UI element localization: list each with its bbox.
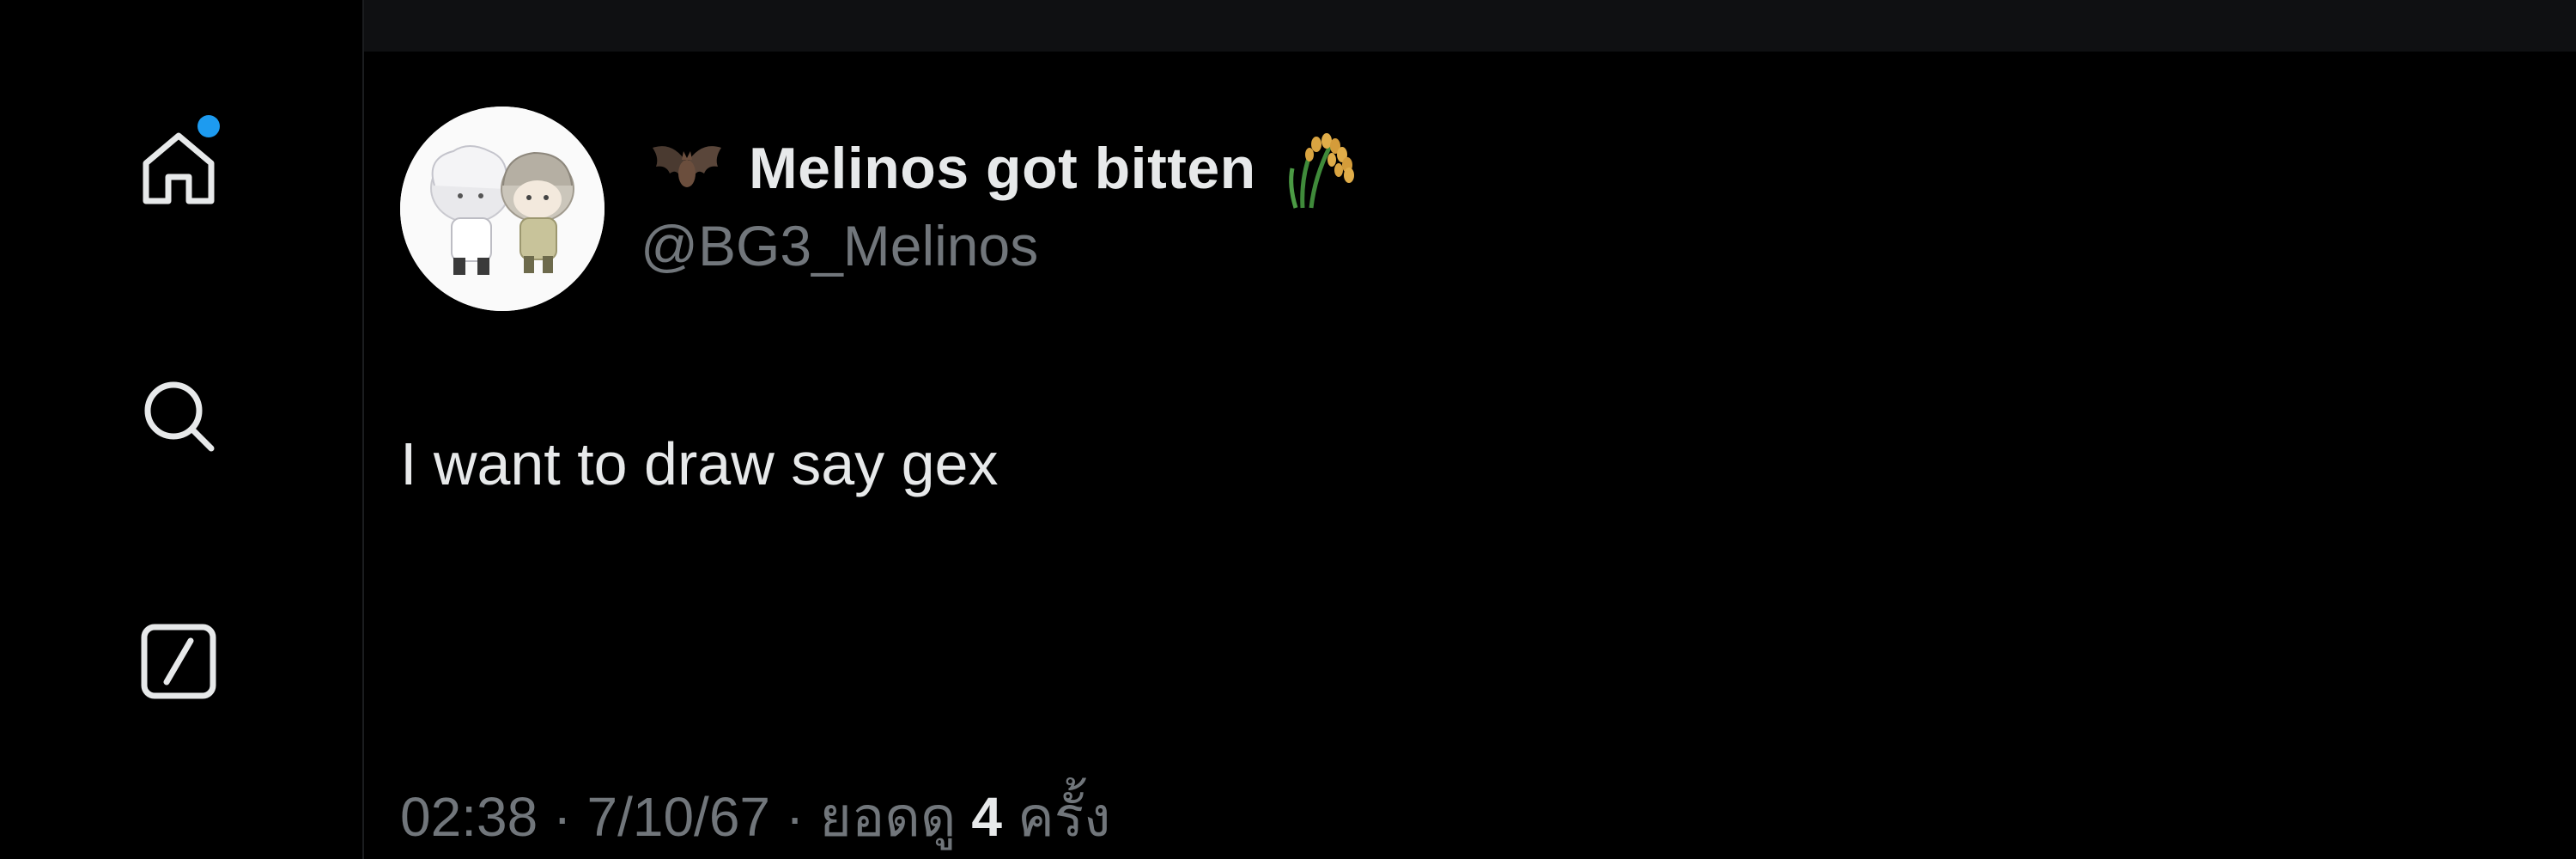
meta-separator: · [553, 786, 572, 848]
notification-dot [197, 115, 220, 137]
tweet-text: I want to draw say gex [400, 430, 999, 497]
rice-sheaf-emoji-icon [1277, 125, 1363, 211]
author-display-name: Melinos got bitten [749, 136, 1256, 201]
bat-emoji-icon [647, 129, 726, 208]
home-icon [137, 127, 220, 210]
sidebar-item-search[interactable] [137, 375, 220, 457]
author-name-row[interactable]: Melinos got bitten [647, 125, 1363, 211]
views-unit: ครั้ง [1017, 786, 1111, 848]
avatar[interactable] [400, 107, 605, 311]
top-header [364, 0, 2576, 52]
tweet-meta: 02:38 · 7/10/67 · ยอดดู 4 ครั้ง [400, 773, 1110, 859]
author-handle[interactable]: @BG3_Melinos [641, 213, 1038, 278]
app-frame: Melinos got bitten @BG3_Melinos I want t… [0, 0, 2576, 859]
views-label: ยอดดู [819, 786, 957, 848]
tweet: Melinos got bitten @BG3_Melinos I want t… [364, 52, 2576, 859]
views-count: 4 [971, 786, 1002, 848]
tweet-time[interactable]: 02:38 [400, 785, 538, 849]
tweet-date[interactable]: 7/10/67 [586, 785, 770, 849]
compose-icon [137, 620, 220, 703]
sidebar [0, 0, 364, 859]
meta-separator: · [786, 786, 805, 848]
sidebar-item-compose[interactable] [137, 620, 220, 703]
search-icon [137, 375, 220, 457]
sidebar-item-home[interactable] [137, 115, 220, 210]
